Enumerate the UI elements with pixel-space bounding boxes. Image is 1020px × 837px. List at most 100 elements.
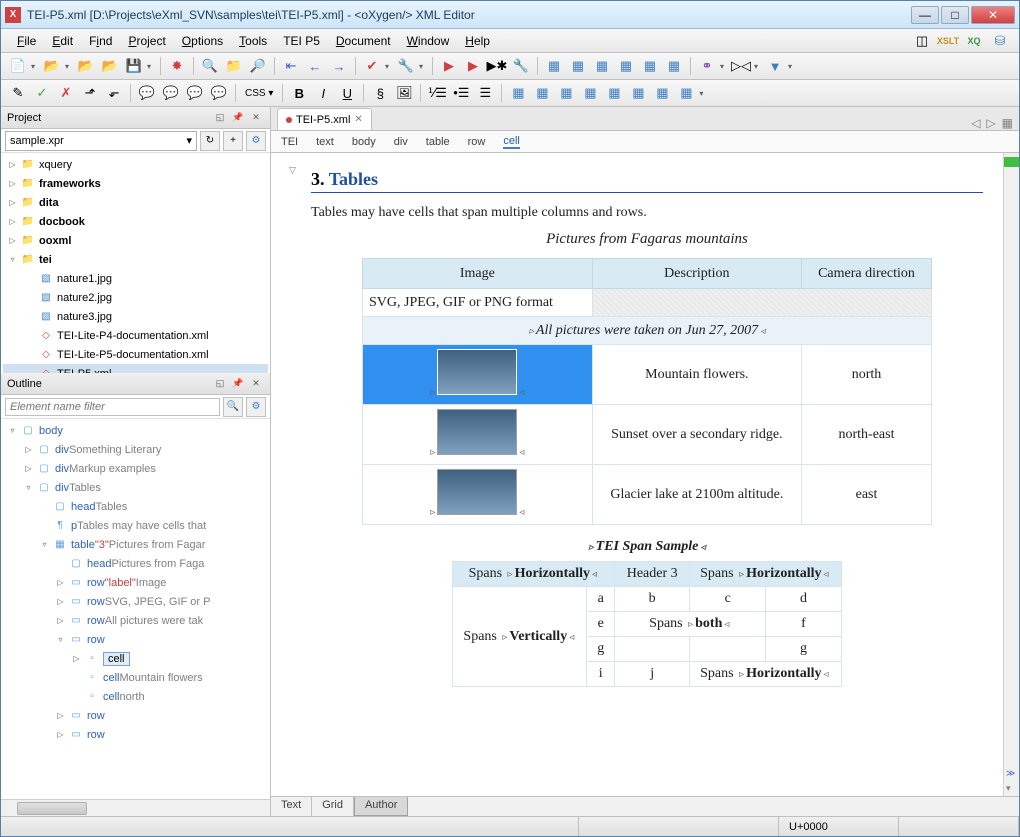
expand-icon[interactable]: ▿ xyxy=(55,634,66,645)
dir-cell[interactable]: north xyxy=(802,345,932,405)
ul-icon[interactable]: •☰ xyxy=(450,82,472,104)
format-cell[interactable]: SVG, JPEG, GIF or PNG format xyxy=(363,289,593,317)
tab-close-icon[interactable]: ✕ xyxy=(354,114,362,125)
comment-icon[interactable]: 💬 xyxy=(136,82,158,104)
css-label[interactable]: CSS ▾ xyxy=(241,82,277,104)
reject-icon[interactable]: ✗ xyxy=(55,82,77,104)
perspective-icon[interactable]: ◫ xyxy=(911,30,933,52)
tab-author[interactable]: Author xyxy=(354,797,408,816)
breadcrumb-item[interactable]: cell xyxy=(503,135,520,149)
underline-icon[interactable]: U xyxy=(336,82,358,104)
add-icon[interactable]: + xyxy=(223,131,243,151)
outline-hscroll[interactable] xyxy=(1,799,270,816)
config-icon[interactable]: 🔧 xyxy=(510,55,532,77)
project-tree[interactable]: ▷📁xquery▷📁frameworks▷📁dita▷📁docbook▷📁oox… xyxy=(1,153,270,373)
outline-item[interactable]: ▷▫cell xyxy=(3,649,268,668)
nav-fwd-icon[interactable]: → xyxy=(328,55,350,77)
menu-edit[interactable]: Edit xyxy=(44,32,81,50)
outline-item[interactable]: ▿▢div Tables xyxy=(3,478,268,497)
project-item[interactable]: ▷📁frameworks xyxy=(3,174,268,193)
grid4-icon[interactable]: ▦ xyxy=(615,55,637,77)
breadcrumb-item[interactable]: table xyxy=(426,136,450,148)
expand-icon[interactable]: ▿ xyxy=(7,425,18,436)
desc-cell[interactable]: Mountain flowers. xyxy=(592,345,801,405)
debug-icon[interactable]: ▶✱ xyxy=(486,55,508,77)
project-item[interactable]: ▷📁xquery xyxy=(3,155,268,174)
outline-item[interactable]: ▷▢div Markup examples xyxy=(3,459,268,478)
save-icon[interactable]: 💾 xyxy=(123,55,145,77)
filter-search-icon[interactable]: 🔍 xyxy=(223,397,243,417)
row-above-icon[interactable]: ▦ xyxy=(531,82,553,104)
image-insert-icon[interactable]: 🖼 xyxy=(393,82,415,104)
project-combo[interactable]: sample.xpr▾ xyxy=(5,131,197,151)
open-url-icon[interactable]: 📂 xyxy=(75,55,97,77)
tab-prev-icon[interactable]: ◁ xyxy=(971,116,980,130)
expand-icon[interactable]: ▷ xyxy=(55,615,66,626)
outline-item[interactable]: ▫cell north xyxy=(3,687,268,706)
expand-icon[interactable]: ▷ xyxy=(7,235,18,246)
expand-icon[interactable]: ▷ xyxy=(23,463,34,474)
filter-icon[interactable]: ▼ xyxy=(764,55,786,77)
table-caption[interactable]: Pictures from Fagaras mountains xyxy=(311,231,983,248)
section-paragraph[interactable]: Tables may have cells that span multiple… xyxy=(311,205,983,221)
run2-icon[interactable]: ▶ xyxy=(462,55,484,77)
section-icon[interactable]: § xyxy=(369,82,391,104)
ol-icon[interactable]: ⅟☰ xyxy=(426,82,448,104)
comment2-icon[interactable]: 💬 xyxy=(160,82,182,104)
titlebar[interactable]: X TEI-P5.xml [D:\Projects\eXml_SVN\sampl… xyxy=(1,1,1019,29)
link-icon[interactable]: ⚭ xyxy=(696,55,718,77)
col-left-icon[interactable]: ▦ xyxy=(579,82,601,104)
project-item[interactable]: ▷📁dita xyxy=(3,193,268,212)
project-item[interactable]: ◇TEI-Lite-P4-documentation.xml xyxy=(3,326,268,345)
menu-document[interactable]: Document xyxy=(328,32,399,50)
span-caption[interactable]: ▹TEI Span Sample◃ xyxy=(311,539,983,555)
project-item[interactable]: ▧nature3.jpg xyxy=(3,307,268,326)
tab-list-icon[interactable]: ▦ xyxy=(1002,116,1013,130)
menu-help[interactable]: Help xyxy=(457,32,498,50)
scroll-marker-icon[interactable]: ≫ xyxy=(1004,766,1019,781)
project-item[interactable]: ◇TEI-P5.xml xyxy=(3,364,268,373)
expand-icon[interactable]: ▷ xyxy=(55,596,66,607)
maximize-button[interactable]: □ xyxy=(941,6,969,24)
next-change-icon[interactable]: ⬐ xyxy=(103,82,125,104)
project-item[interactable]: ▷📁docbook xyxy=(3,212,268,231)
row-below-icon[interactable]: ▦ xyxy=(555,82,577,104)
span-vert[interactable]: Spans ▹Vertically◃ xyxy=(453,587,587,687)
breadcrumb-item[interactable]: div xyxy=(394,136,408,148)
project-item[interactable]: ▧nature2.jpg xyxy=(3,288,268,307)
menu-find[interactable]: Find xyxy=(81,32,120,50)
run-icon[interactable]: ▶ xyxy=(438,55,460,77)
wrench-icon[interactable]: 🔧 xyxy=(395,55,417,77)
project-item[interactable]: ◇TEI-Lite-P5-documentation.xml xyxy=(3,345,268,364)
project-item[interactable]: ▿📁tei xyxy=(3,250,268,269)
expand-icon[interactable]: ▷ xyxy=(7,216,18,227)
breadcrumb-item[interactable]: TEI xyxy=(281,136,298,148)
editor-marker-strip[interactable]: ≫ ▾ xyxy=(1003,153,1019,796)
minimize-button[interactable]: — xyxy=(911,6,939,24)
outline-item[interactable]: ▷▭row "label" Image xyxy=(3,573,268,592)
reopen-icon[interactable]: 📂 xyxy=(99,55,121,77)
outline-item[interactable]: ▿▭row xyxy=(3,630,268,649)
find-folder-icon[interactable]: 📁 xyxy=(223,55,245,77)
image-cell[interactable]: ▹◃ xyxy=(363,345,593,405)
nav-first-icon[interactable]: ⇤ xyxy=(280,55,302,77)
outline-item[interactable]: ▷▭row SVG, JPEG, GIF or P xyxy=(3,592,268,611)
outline-restore-icon[interactable]: ◱ xyxy=(212,377,228,391)
filter-settings-icon[interactable]: ⚙ xyxy=(246,397,266,417)
th-desc[interactable]: Description xyxy=(592,259,801,289)
bold-icon[interactable]: B xyxy=(288,82,310,104)
expand-icon[interactable]: ▿ xyxy=(23,482,34,493)
dir-cell[interactable]: east xyxy=(802,465,932,525)
note-cell[interactable]: ▹All pictures were taken on Jun 27, 2007… xyxy=(363,317,932,345)
prev-change-icon[interactable]: ⬏ xyxy=(79,82,101,104)
expand-icon[interactable]: ▷ xyxy=(7,197,18,208)
merge-icon[interactable]: ▦ xyxy=(675,82,697,104)
outline-item[interactable]: ▷▭row xyxy=(3,706,268,725)
marker-icon[interactable]: ▷◁ xyxy=(730,55,752,77)
expand-icon[interactable]: ▿ xyxy=(39,539,50,550)
outline-item[interactable]: ▿▢body xyxy=(3,421,268,440)
outline-item[interactable]: ▿▦table "3" Pictures from Fagar xyxy=(3,535,268,554)
panel-close-icon[interactable]: ✕ xyxy=(248,111,264,125)
grid1-icon[interactable]: ▦ xyxy=(543,55,565,77)
desc-cell[interactable]: Sunset over a secondary ridge. xyxy=(592,405,801,465)
